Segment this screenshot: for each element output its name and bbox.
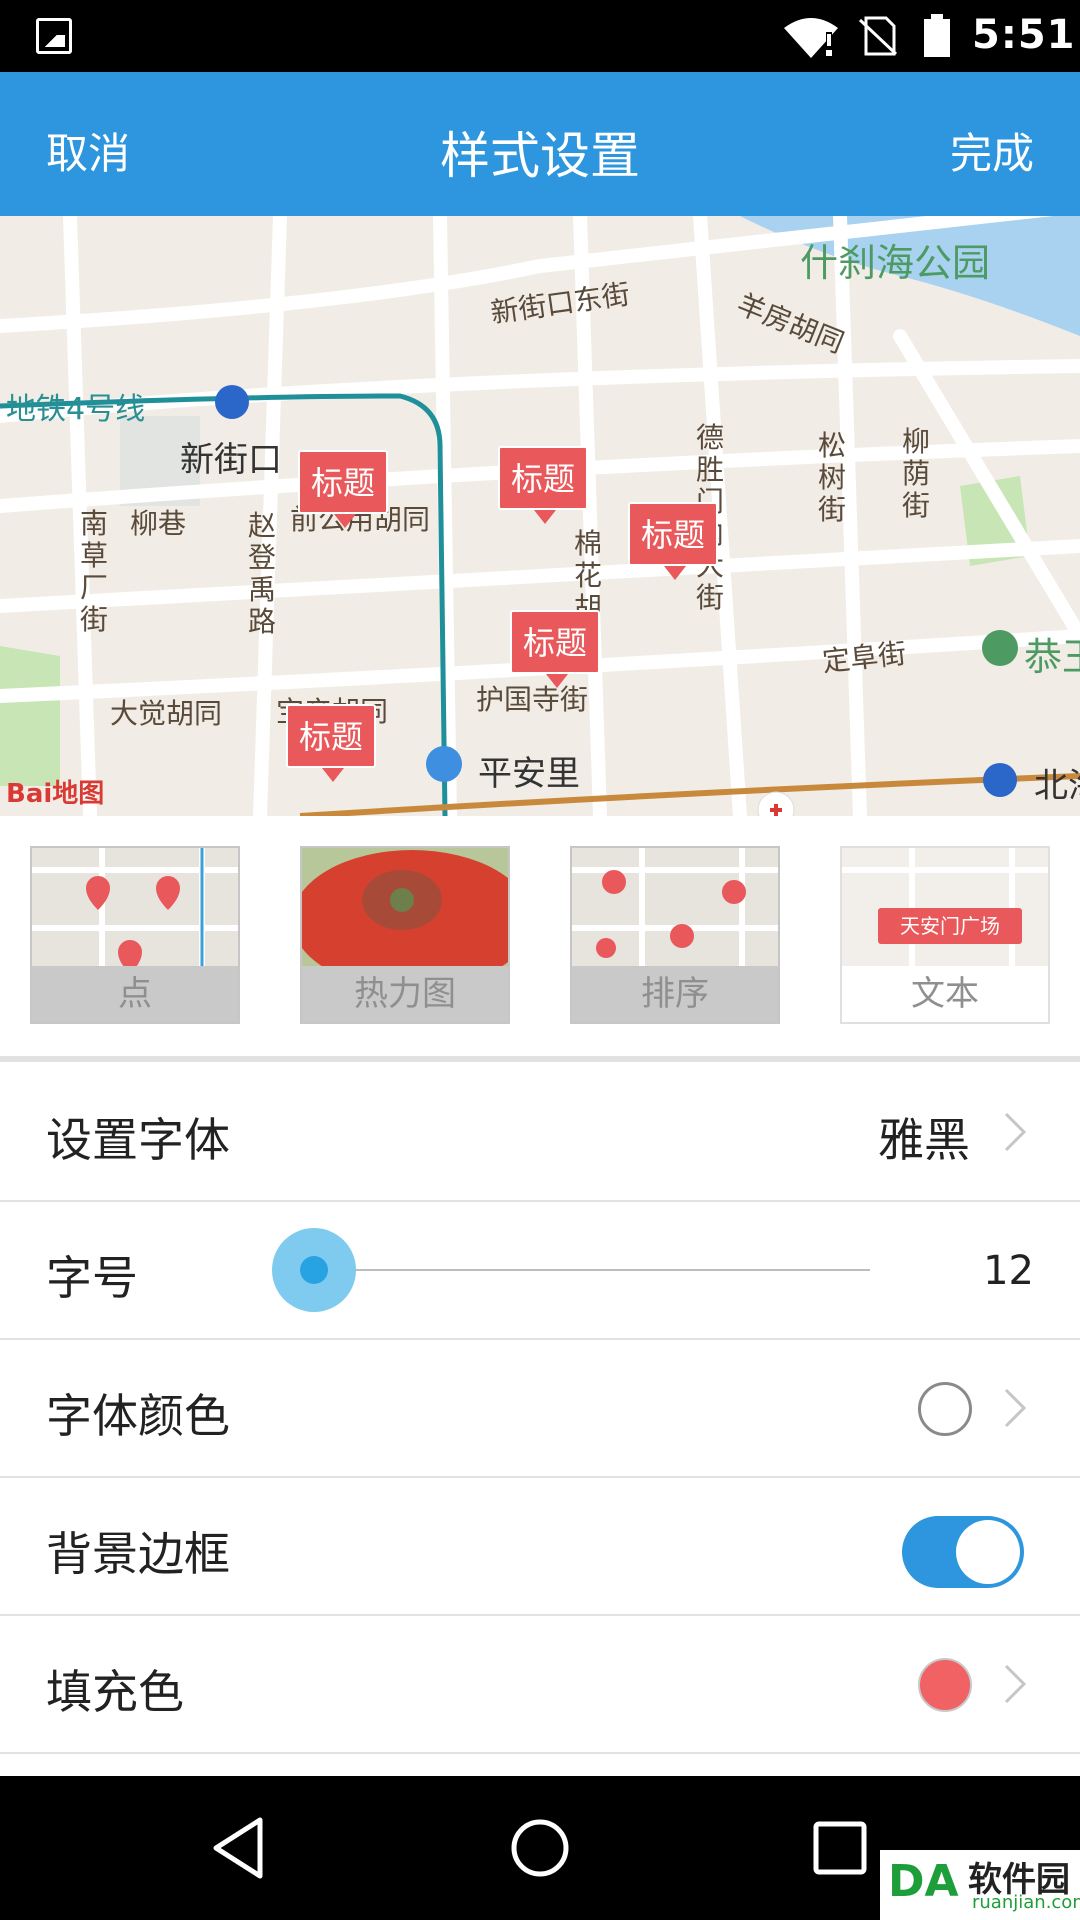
map-marker[interactable]: 标题	[298, 450, 388, 528]
chevron-right-icon	[1004, 1664, 1027, 1704]
font-color-row[interactable]: 字体颜色	[0, 1340, 1080, 1476]
page-title: 样式设置	[440, 127, 640, 185]
map-marker[interactable]: 标题	[286, 704, 376, 782]
map-label: 恭王	[1024, 635, 1080, 679]
background-border-row: 背景边框	[0, 1478, 1080, 1614]
navigation-bar: DA 软件园 ruanjian.com	[0, 1776, 1080, 1920]
watermark-domain: ruanjian.com	[972, 1892, 1080, 1913]
map-label: 北海	[1034, 766, 1080, 806]
done-button[interactable]: 完成	[950, 120, 1034, 181]
style-picker: 点 热力图 排序 天安门广场 文本	[0, 816, 1080, 1058]
style-label: 文本	[842, 966, 1048, 1022]
style-label: 排序	[572, 966, 778, 1022]
style-label: 热力图	[302, 966, 508, 1022]
home-icon[interactable]	[500, 1808, 580, 1888]
image-icon	[36, 18, 72, 54]
text-style-sample: 天安门广场	[900, 914, 1000, 938]
style-label: 点	[32, 966, 238, 1022]
font-setting-row[interactable]: 设置字体 雅黑	[0, 1064, 1080, 1200]
chevron-right-icon	[1004, 1112, 1027, 1152]
map-label: 新街口	[180, 440, 282, 480]
map-label: 地铁4号线	[6, 392, 146, 427]
back-icon[interactable]	[200, 1808, 280, 1888]
map-marker[interactable]: 标题	[510, 610, 600, 688]
map-label-vertical: 松树街	[817, 429, 846, 526]
point-style-thumbnail	[32, 848, 238, 966]
fill-color-label: 填充色	[46, 1665, 184, 1719]
font-color-label: 字体颜色	[46, 1389, 230, 1443]
map-label: 什刹海公园	[800, 241, 991, 285]
no-sim-icon	[858, 16, 898, 56]
font-color-swatch	[918, 1382, 972, 1436]
font-setting-label: 设置字体	[46, 1113, 230, 1167]
watermark-logo: DA	[888, 1856, 959, 1907]
chevron-right-icon	[1004, 1388, 1027, 1428]
map-label-vertical: 赵登禹路	[247, 509, 276, 638]
map-label: 护国寺街	[476, 683, 589, 716]
map-label-vertical: 柳荫街	[901, 425, 930, 522]
text-style-thumbnail: 天安门广场	[842, 848, 1048, 966]
font-size-slider-track[interactable]	[314, 1269, 870, 1271]
app-bar: 取消 样式设置 完成	[0, 72, 1080, 216]
map-label: 柳巷	[130, 507, 187, 540]
font-size-label: 字号	[46, 1251, 138, 1305]
toggle-knob	[956, 1520, 1020, 1584]
status-bar: 5:51	[0, 0, 1080, 72]
wifi-icon	[784, 18, 838, 58]
style-option-ranking[interactable]: 排序	[570, 846, 780, 1024]
battery-icon	[924, 14, 950, 57]
watermark: DA 软件园 ruanjian.com	[880, 1850, 1080, 1920]
font-size-value: 12	[983, 1248, 1034, 1294]
map-view[interactable]: 什刹海公园 新街口东街 羊房胡同 地铁4号线 新街口 柳巷 前公用胡同 大觉胡同…	[0, 216, 1080, 816]
font-setting-value: 雅黑	[878, 1113, 970, 1167]
map-marker[interactable]: 标题	[628, 502, 718, 580]
map-label: 大觉胡同	[110, 697, 223, 730]
map-label: 平安里	[478, 754, 580, 794]
fill-color-swatch	[918, 1658, 972, 1712]
map-label-vertical: 南草厂街	[79, 507, 108, 636]
map-marker[interactable]: 标题	[498, 446, 588, 524]
background-border-label: 背景边框	[46, 1527, 230, 1581]
clock: 5:51	[972, 12, 1076, 58]
background-border-toggle[interactable]	[902, 1516, 1024, 1588]
recents-icon[interactable]	[800, 1808, 880, 1888]
style-option-point[interactable]: 点	[30, 846, 240, 1024]
style-option-heatmap[interactable]: 热力图	[300, 846, 510, 1024]
section-divider	[0, 1056, 1080, 1062]
baidu-logo: Bai地图	[6, 779, 105, 809]
ranking-style-thumbnail	[572, 848, 778, 966]
style-option-text[interactable]: 天安门广场 文本	[840, 846, 1050, 1024]
fill-color-row[interactable]: 填充色	[0, 1616, 1080, 1752]
font-size-row: 字号 12	[0, 1202, 1080, 1338]
heatmap-style-thumbnail	[302, 848, 508, 966]
row-divider	[0, 1752, 1080, 1754]
font-size-slider-knob[interactable]	[300, 1256, 328, 1284]
